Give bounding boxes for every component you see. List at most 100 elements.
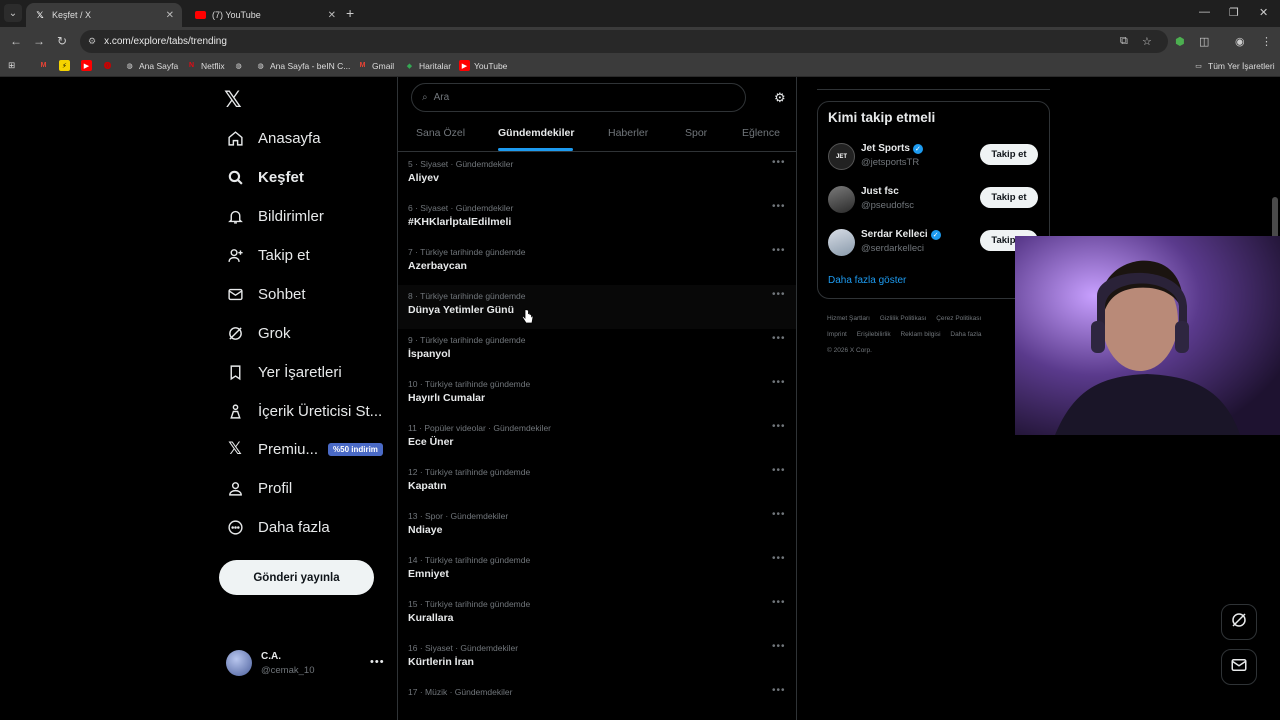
- reload-icon[interactable]: ↻: [57, 34, 67, 48]
- more-dots-icon[interactable]: •••: [370, 656, 385, 668]
- new-tab-icon[interactable]: +: [346, 5, 354, 21]
- yellow-bookmark-icon[interactable]: ⚡: [59, 60, 74, 71]
- account-switcher[interactable]: C.A. @cemak_10 •••: [226, 648, 386, 678]
- install-app-icon[interactable]: ⧉: [1120, 35, 1128, 48]
- bookmark-netflix[interactable]: N Netflix: [186, 60, 225, 71]
- more-dots-icon[interactable]: •••: [772, 553, 786, 564]
- browser-tab-youtube[interactable]: (7) YouTube ✕: [186, 3, 344, 27]
- site-info-icon[interactable]: ⚙: [88, 36, 96, 47]
- trend-item[interactable]: 13 · Spor · Gündemdekiler Ndiaye •••: [398, 505, 796, 549]
- footer-link[interactable]: Gizlilik Politikası: [880, 315, 927, 322]
- extension-shield-icon[interactable]: ⬢: [1175, 35, 1185, 48]
- search-input[interactable]: ⌕ Ara: [411, 83, 746, 112]
- more-dots-icon[interactable]: •••: [772, 421, 786, 432]
- forward-icon[interactable]: →: [33, 34, 45, 48]
- browser-menu-icon[interactable]: ⋮: [1261, 35, 1272, 48]
- gmail-bookmark-icon[interactable]: M: [38, 60, 53, 71]
- trend-item[interactable]: 8 · Türkiye tarihinde gündemde Dünya Yet…: [398, 285, 796, 329]
- nav-home[interactable]: Anasayfa: [226, 123, 321, 153]
- restore-icon[interactable]: ❐: [1229, 6, 1239, 19]
- red-bookmark-icon[interactable]: ⓿: [102, 60, 117, 71]
- nav-bookmarks[interactable]: Yer İşaretleri: [226, 357, 342, 387]
- footer-link[interactable]: Çerez Politikası: [936, 315, 981, 322]
- trend-item[interactable]: 16 · Siyaset · Gündemdekiler Kürtlerin İ…: [398, 637, 796, 681]
- apps-icon[interactable]: ⊞: [8, 60, 15, 71]
- footer-link[interactable]: Daha fazla: [950, 331, 981, 338]
- follow-button[interactable]: Takip et: [980, 144, 1038, 165]
- bookmark-ana-sayfa[interactable]: ◍ Ana Sayfa: [124, 60, 178, 71]
- all-bookmarks-folder[interactable]: ▭ Tüm Yer İşaretleri: [1193, 60, 1274, 71]
- footer-link[interactable]: Erişilebilirlik: [857, 331, 891, 338]
- more-dots-icon[interactable]: •••: [772, 377, 786, 388]
- suggested-user[interactable]: Just fsc @pseudofsc Takip et: [828, 184, 1044, 218]
- bookmark-gmail[interactable]: M Gmail: [357, 60, 395, 71]
- address-bar[interactable]: ⚙ x.com/explore/tabs/trending: [80, 30, 1168, 53]
- messages-fab-button[interactable]: [1221, 649, 1257, 685]
- more-dots-icon[interactable]: •••: [772, 289, 786, 300]
- footer-link[interactable]: Hizmet Şartları: [827, 315, 870, 322]
- bookmark-star-icon[interactable]: ☆: [1142, 35, 1152, 48]
- x-logo-icon[interactable]: 𝕏: [224, 87, 242, 113]
- youtube-bookmark-icon[interactable]: ▶: [81, 60, 96, 71]
- nav-profile[interactable]: Profil: [226, 473, 292, 503]
- more-dots-icon[interactable]: •••: [772, 333, 786, 344]
- suggested-user[interactable]: JET Jet Sports ✓ @jetsportsTR Takip et: [828, 141, 1044, 175]
- tab-close-icon[interactable]: ✕: [328, 10, 336, 21]
- user-name-text: Jet Sports: [861, 143, 910, 154]
- show-more-link[interactable]: Daha fazla göster: [828, 275, 906, 286]
- more-dots-icon[interactable]: •••: [772, 509, 786, 520]
- more-dots-icon[interactable]: •••: [772, 641, 786, 652]
- more-dots-icon[interactable]: •••: [772, 465, 786, 476]
- nav-notifications[interactable]: Bildirimler: [226, 201, 324, 231]
- trend-item[interactable]: 17 · Müzik · Gündemdekiler •••: [398, 681, 796, 720]
- footer-link[interactable]: Reklam bilgisi: [900, 331, 940, 338]
- bookmark-label: YouTube: [474, 60, 508, 71]
- tab-entertainment[interactable]: Eğlence: [742, 127, 780, 139]
- nav-grok[interactable]: Grok: [226, 318, 291, 348]
- nav-follow[interactable]: Takip et: [226, 240, 310, 270]
- trend-item[interactable]: 12 · Türkiye tarihinde gündemde Kapatın …: [398, 461, 796, 505]
- browser-tab-active[interactable]: 𝕏 Keşfet / X ✕: [26, 3, 182, 27]
- nav-chat[interactable]: Sohbet: [226, 279, 306, 309]
- trend-item[interactable]: 15 · Türkiye tarihinde gündemde Kurallar…: [398, 593, 796, 637]
- more-dots-icon[interactable]: •••: [772, 157, 786, 168]
- more-dots-icon[interactable]: •••: [772, 201, 786, 212]
- tab-search-button[interactable]: ⌄: [4, 4, 22, 22]
- nav-creator-studio[interactable]: İçerik Üreticisi St...: [226, 396, 382, 426]
- more-dots-icon[interactable]: •••: [772, 597, 786, 608]
- trend-item[interactable]: 10 · Türkiye tarihinde gündemde Hayırlı …: [398, 373, 796, 417]
- minimize-icon[interactable]: —: [1199, 6, 1210, 18]
- trend-item[interactable]: 9 · Türkiye tarihinde gündemde İspanyol …: [398, 329, 796, 373]
- nav-premium[interactable]: 𝕏 Premiu... %50 indirim: [226, 434, 383, 464]
- profile-avatar-icon[interactable]: ◉: [1235, 35, 1245, 48]
- nav-more[interactable]: Daha fazla: [226, 512, 330, 542]
- bookmark-bein[interactable]: ◍ Ana Sayfa - beIN C...: [255, 60, 350, 71]
- back-icon[interactable]: ←: [10, 34, 22, 48]
- bookmark-globe[interactable]: ◍: [233, 60, 248, 71]
- follow-button[interactable]: Takip et: [980, 187, 1038, 208]
- post-button[interactable]: Gönderi yayınla: [219, 560, 374, 595]
- trend-item[interactable]: 14 · Türkiye tarihinde gündemde Emniyet …: [398, 549, 796, 593]
- tab-trending[interactable]: Gündemdekiler: [498, 127, 574, 139]
- settings-gear-icon[interactable]: ⚙: [774, 90, 786, 106]
- extensions-icon[interactable]: ◫: [1199, 35, 1209, 48]
- grok-fab-button[interactable]: [1221, 604, 1257, 640]
- tab-news[interactable]: Haberler: [608, 127, 648, 139]
- more-dots-icon[interactable]: •••: [772, 245, 786, 256]
- user-name-text: Serdar Kelleci: [861, 229, 928, 240]
- window-close-icon[interactable]: ✕: [1259, 6, 1268, 19]
- nav-explore[interactable]: Keşfet: [226, 162, 304, 192]
- bookmark-haritalar[interactable]: ◆ Haritalar: [404, 60, 451, 71]
- trend-item[interactable]: 7 · Türkiye tarihinde gündemde Azerbayca…: [398, 241, 796, 285]
- trend-item[interactable]: 6 · Siyaset · Gündemdekiler #KHKlarİptal…: [398, 197, 796, 241]
- footer-link[interactable]: Imprint: [827, 331, 847, 338]
- trend-item[interactable]: 5 · Siyaset · Gündemdekiler Aliyev •••: [398, 153, 796, 197]
- tab-close-icon[interactable]: ✕: [166, 10, 174, 21]
- trend-item[interactable]: 11 · Popüler videolar · Gündemdekiler Ec…: [398, 417, 796, 461]
- maps-icon: ◆: [406, 62, 413, 70]
- suggested-user[interactable]: Serdar Kelleci ✓ @serdarkelleci Takip et: [828, 227, 1044, 261]
- tab-sports[interactable]: Spor: [685, 127, 707, 139]
- tab-for-you[interactable]: Sana Özel: [416, 127, 465, 139]
- more-dots-icon[interactable]: •••: [772, 685, 786, 696]
- bookmark-youtube[interactable]: ▶ YouTube: [459, 60, 507, 71]
